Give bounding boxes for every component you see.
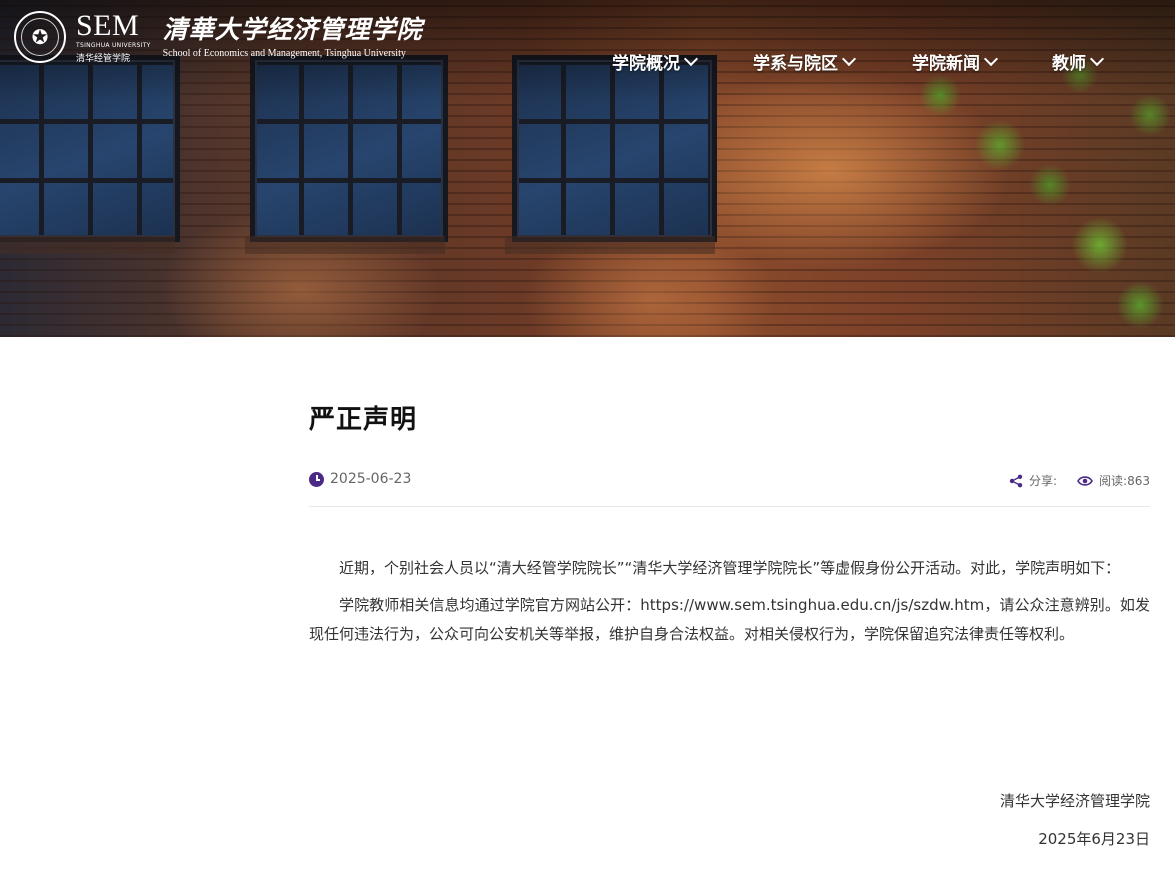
nav-item-label: 教师 — [1052, 53, 1086, 74]
banner-sill — [245, 236, 445, 254]
main-nav: 学院概况 学系与院区 学院新闻 教师 — [612, 47, 1105, 75]
nav-item-news[interactable]: 学院新闻 — [912, 47, 999, 75]
clock-icon — [309, 471, 324, 487]
banner-sill — [0, 236, 175, 254]
share-icon[interactable] — [1009, 474, 1023, 488]
share-label[interactable]: 分享: — [1029, 472, 1057, 489]
article-paragraph: 学院教师相关信息均通过学院官方网站公开：https://www.sem.tsin… — [309, 596, 1150, 643]
eye-icon — [1077, 475, 1093, 486]
article-body: 近期，个别社会人员以“清大经管学院院长”“清华大学经济管理学院院长”等虚假身份公… — [309, 554, 1150, 657]
logo-sem-text: SEM — [76, 8, 140, 42]
nav-item-label: 学院概况 — [612, 53, 680, 74]
banner-sill — [505, 236, 715, 254]
logo-sem-chinese: 清华经管学院 — [76, 53, 131, 64]
article-title: 严正声明 — [309, 405, 418, 435]
chevron-down-icon — [1089, 51, 1105, 67]
nav-item-label: 学院新闻 — [912, 53, 980, 74]
publish-date-group: 2025-06-23 — [309, 471, 411, 487]
publish-date: 2025-06-23 — [330, 471, 412, 487]
chevron-down-icon — [683, 51, 699, 67]
logo-chinese-name: 清華大学经济管理学院 — [162, 15, 423, 44]
logo-sem-university: TSINGHUA UNIVERSITY — [76, 41, 151, 49]
article-signature: 清华大学经济管理学院 2025年6月23日 — [1000, 791, 1150, 849]
nav-item-departments[interactable]: 学系与院区 — [753, 47, 857, 75]
logo-english-name: School of Economics and Management, Tsin… — [162, 48, 406, 59]
logo-sem-block: SEM TSINGHUA UNIVERSITY 清华经管学院 — [76, 8, 151, 64]
nav-item-faculty[interactable]: 教师 — [1052, 47, 1105, 75]
meta-actions: 分享: 阅读: 863 — [1009, 472, 1150, 489]
site-logo[interactable]: ✪ SEM TSINGHUA UNIVERSITY 清华经管学院 清華大学经济管… — [14, 8, 423, 66]
reads-count: 863 — [1127, 473, 1150, 488]
article-paragraph: 近期，个别社会人员以“清大经管学院院长”“清华大学经济管理学院院长”等虚假身份公… — [339, 559, 1121, 577]
chevron-down-icon — [841, 51, 857, 67]
logo-name-block: 清華大学经济管理学院 School of Economics and Manag… — [163, 15, 423, 59]
reads-label: 阅读: — [1099, 474, 1128, 488]
signature-date: 2025年6月23日 — [1038, 830, 1150, 848]
article-meta: 2025-06-23 分享: 阅读: 863 — [309, 470, 1150, 507]
nav-item-label: 学系与院区 — [753, 53, 838, 74]
star-icon: ✪ — [31, 25, 49, 49]
nav-item-about[interactable]: 学院概况 — [612, 47, 699, 75]
signature-organization: 清华大学经济管理学院 — [999, 792, 1150, 810]
tsinghua-seal-icon: ✪ — [14, 11, 66, 63]
chevron-down-icon — [983, 51, 999, 67]
